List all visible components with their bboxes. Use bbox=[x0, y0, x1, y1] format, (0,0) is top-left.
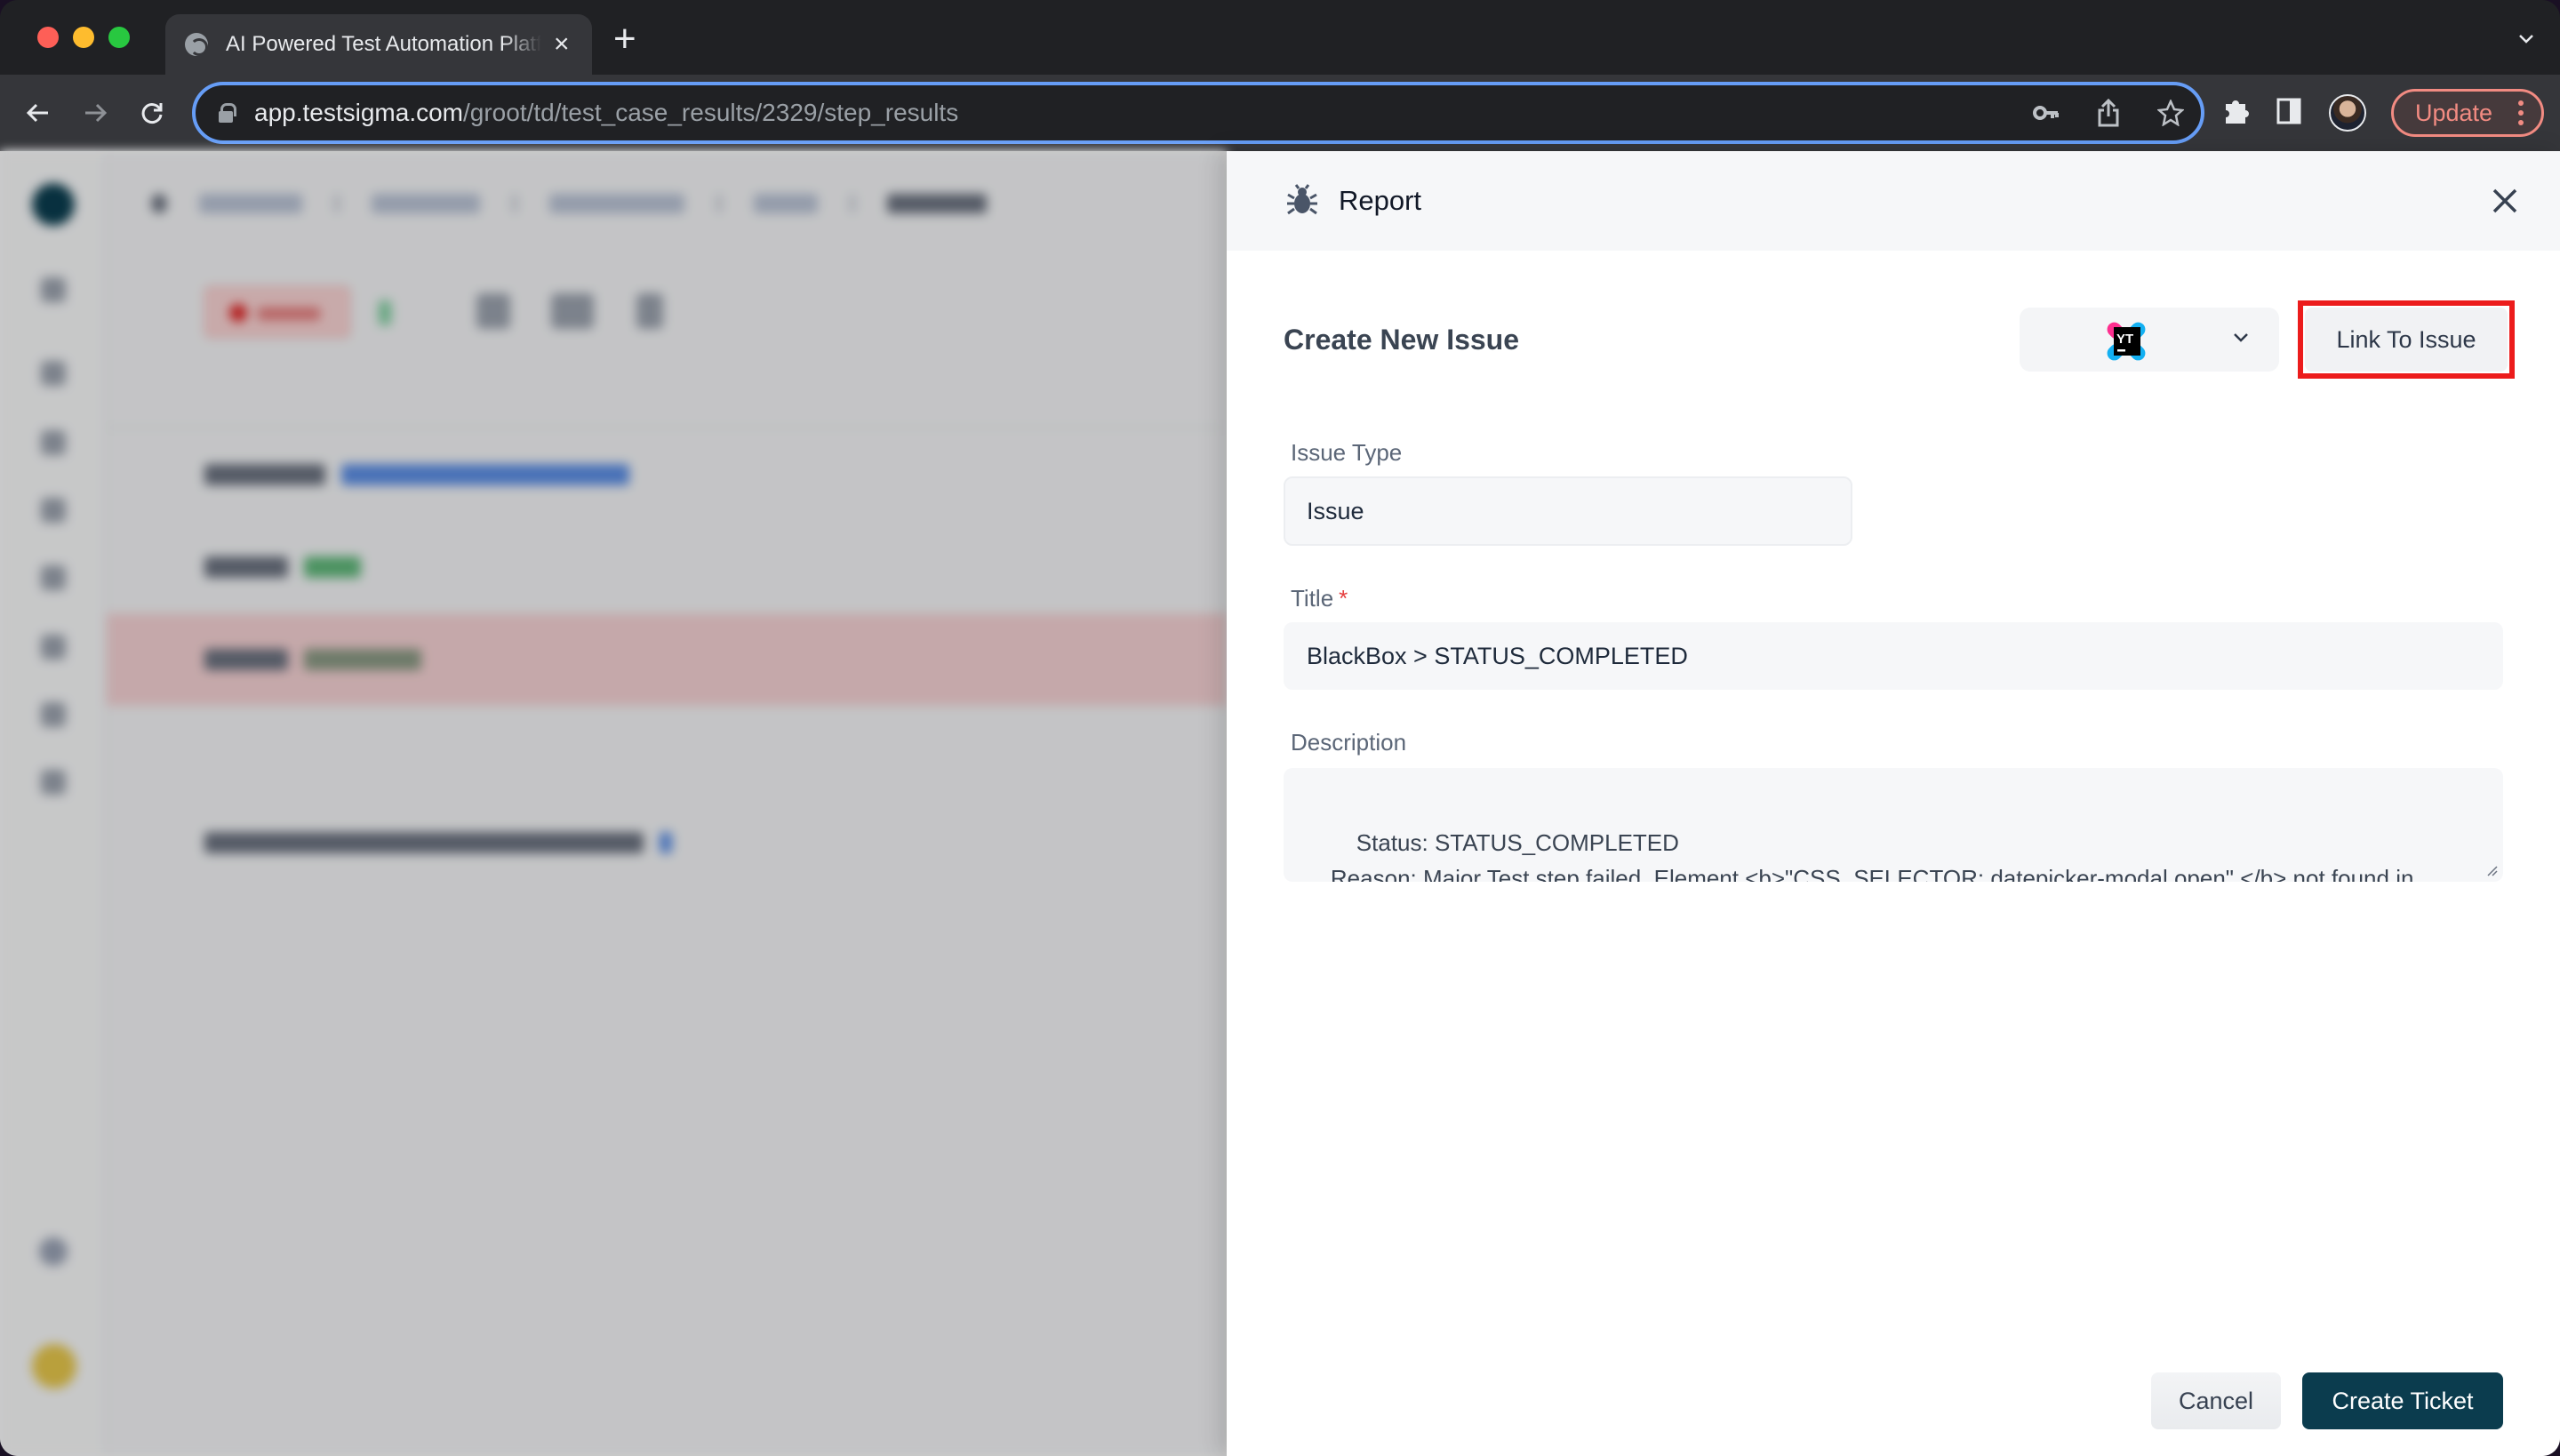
resize-handle-icon[interactable] bbox=[2485, 864, 2498, 876]
tab-title: AI Powered Test Automation Platform bbox=[226, 32, 541, 56]
share-icon[interactable] bbox=[2094, 98, 2123, 128]
issue-type-label: Issue Type bbox=[1291, 439, 1403, 466]
title-value: BlackBox > STATUS_COMPLETED bbox=[1307, 642, 1688, 669]
address-bar[interactable]: app.testsigma.com/groot/td/test_case_res… bbox=[192, 82, 2204, 144]
minimize-window-button[interactable] bbox=[73, 27, 94, 48]
star-icon[interactable] bbox=[2156, 98, 2185, 128]
arrow-right-icon bbox=[85, 103, 108, 123]
back-button[interactable] bbox=[20, 94, 57, 132]
close-icon[interactable] bbox=[2485, 181, 2524, 220]
maximize-window-button[interactable] bbox=[108, 27, 130, 48]
description-value: Status: STATUS_COMPLETED Reason: Major T… bbox=[1330, 829, 2414, 882]
tab-strip: AI Powered Test Automation Platform × + bbox=[0, 0, 2560, 75]
drawer-title: Report bbox=[1339, 185, 1422, 216]
section-title: Create New Issue bbox=[1284, 324, 1520, 356]
youtrack-logo-icon: YT bbox=[2107, 322, 2146, 361]
title-label-text: Title bbox=[1291, 585, 1334, 612]
link-to-issue-button[interactable]: Link To Issue bbox=[2305, 308, 2508, 372]
browser-toolbar: app.testsigma.com/groot/td/test_case_res… bbox=[0, 75, 2560, 151]
update-button[interactable]: Update bbox=[2391, 89, 2544, 137]
browser-window: AI Powered Test Automation Platform × + … bbox=[0, 0, 2560, 1456]
avatar[interactable] bbox=[2329, 94, 2366, 132]
url-path: /groot/td/test_case_results/2329/step_re… bbox=[463, 99, 959, 126]
chevron-down-icon[interactable] bbox=[2517, 30, 2535, 48]
issue-tracker-select[interactable]: YT bbox=[2020, 308, 2279, 372]
side-panel-icon[interactable] bbox=[2276, 97, 2302, 130]
close-window-button[interactable] bbox=[37, 27, 59, 48]
issue-type-value: Issue bbox=[1307, 497, 1364, 524]
kebab-menu-icon[interactable] bbox=[2518, 100, 2524, 125]
title-input[interactable]: BlackBox > STATUS_COMPLETED bbox=[1284, 622, 2503, 690]
page-viewport: Report Create New Issue YT Link To Issue… bbox=[0, 151, 2560, 1456]
chevron-down-icon bbox=[2234, 333, 2248, 342]
description-label: Description bbox=[1291, 729, 1407, 756]
browser-tab-active[interactable]: AI Powered Test Automation Platform × bbox=[165, 14, 592, 75]
create-ticket-button[interactable]: Create Ticket bbox=[2302, 1372, 2503, 1429]
cancel-button[interactable]: Cancel bbox=[2151, 1372, 2281, 1429]
forward-button[interactable] bbox=[76, 94, 114, 132]
puzzle-icon[interactable] bbox=[2222, 97, 2249, 130]
drawer-header: Report bbox=[1227, 151, 2560, 251]
title-label: Title * bbox=[1291, 585, 1348, 612]
required-marker: * bbox=[1339, 585, 1348, 612]
globe-icon bbox=[185, 33, 208, 56]
lock-icon bbox=[219, 103, 236, 123]
reload-icon bbox=[141, 103, 163, 124]
issue-type-select[interactable]: Issue bbox=[1284, 476, 1852, 546]
description-textarea[interactable]: Status: STATUS_COMPLETED Reason: Major T… bbox=[1284, 768, 2503, 882]
key-icon[interactable] bbox=[2032, 98, 2060, 128]
svg-text:YT: YT bbox=[2116, 332, 2133, 347]
close-tab-icon[interactable]: × bbox=[554, 31, 570, 58]
reload-button[interactable] bbox=[133, 94, 171, 132]
update-label: Update bbox=[2415, 99, 2493, 126]
report-drawer: Report Create New Issue YT Link To Issue… bbox=[1227, 151, 2560, 1456]
url-host: app.testsigma.com bbox=[254, 99, 463, 126]
bug-icon bbox=[1287, 184, 1317, 215]
arrow-left-icon bbox=[26, 103, 48, 123]
new-tab-button[interactable]: + bbox=[613, 20, 636, 59]
modal-backdrop[interactable] bbox=[0, 151, 1227, 1456]
